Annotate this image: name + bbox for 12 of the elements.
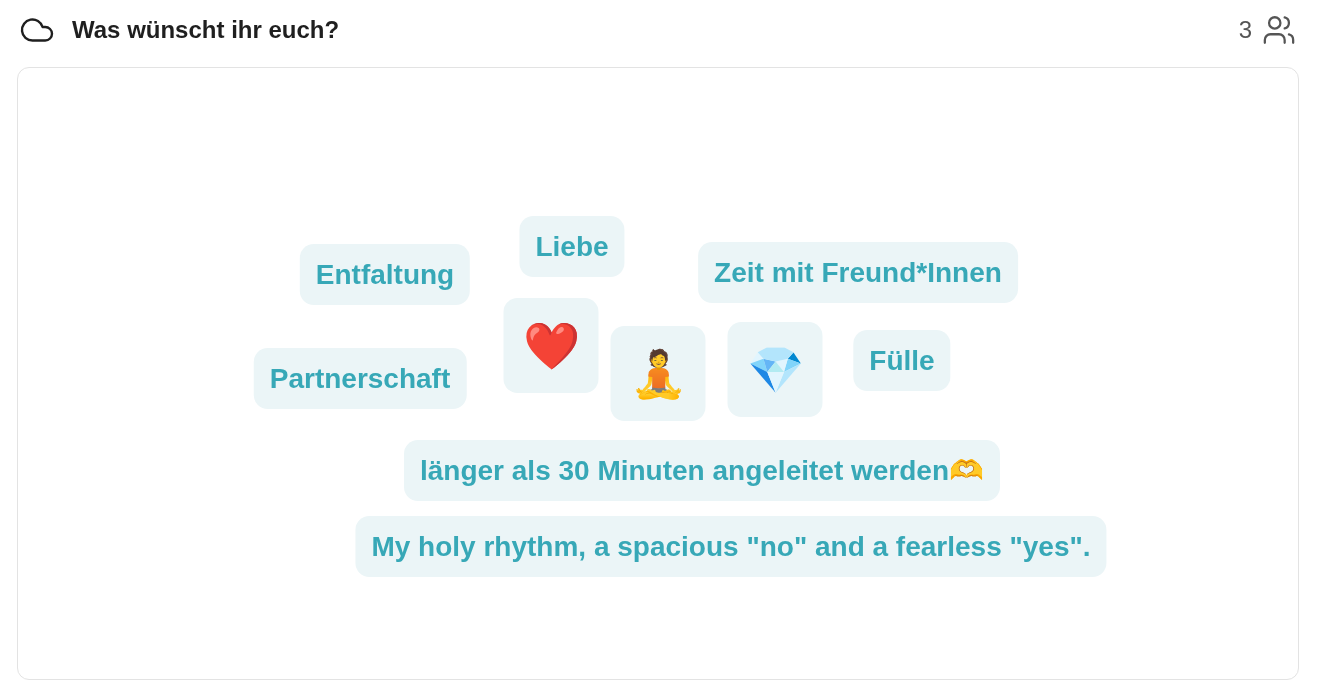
emoji-icon: ❤ <box>522 322 580 369</box>
word-tag: My holy rhythm, a spacious "no" and a fearless "yes". <box>355 516 1107 577</box>
word-tag: länger als 30 Minuten angeleitet werden🫶 <box>404 440 1000 501</box>
people-icon <box>1262 13 1296 47</box>
word-tag: Entfaltung <box>299 244 471 305</box>
participant-count: 3 <box>1238 15 1252 45</box>
word-tag: Partnerschaft <box>253 348 467 409</box>
word-tag: Liebe <box>519 216 625 277</box>
question-title: Was wünscht ihr euch? <box>72 15 340 45</box>
word-tag: Zeit mit Freund*Innen <box>698 242 1018 303</box>
emoji-icon: 💎 <box>746 346 804 393</box>
word-tag: Fülle <box>853 330 951 391</box>
